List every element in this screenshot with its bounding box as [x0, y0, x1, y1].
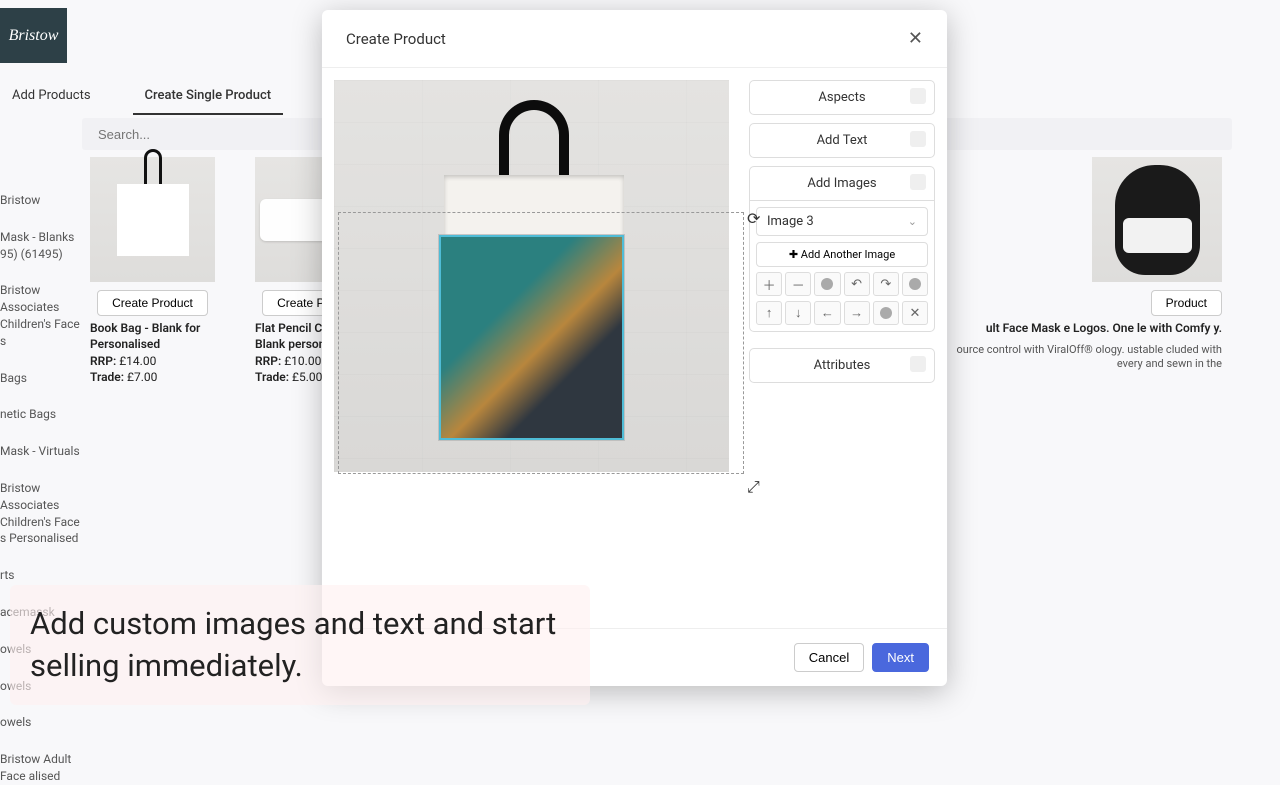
brand-text: Bristow: [9, 27, 59, 45]
zoom-out-icon[interactable]: －: [785, 272, 811, 296]
create-product-button[interactable]: Create Product: [97, 290, 208, 316]
cancel-button[interactable]: Cancel: [794, 643, 864, 672]
chevron-down-icon: ⌄: [908, 215, 917, 228]
sidebar-item[interactable]: Mask - Blanks 95) (61495): [0, 229, 82, 263]
sidebar-item[interactable]: owels: [0, 714, 82, 731]
design-canvas[interactable]: ⟳ ⤢: [334, 80, 729, 472]
create-product-button[interactable]: Product: [1151, 290, 1222, 316]
add-text-button[interactable]: Add Text: [749, 123, 935, 158]
sidebar-item[interactable]: netic Bags: [0, 406, 82, 423]
rotate-icon[interactable]: ⟳: [747, 209, 761, 223]
sidebar-item[interactable]: Bags: [0, 370, 82, 387]
preset-icon[interactable]: [902, 272, 928, 296]
aspects-button[interactable]: Aspects: [749, 80, 935, 115]
product-title: Book Bag - Blank for Personalised: [90, 321, 215, 352]
move-right-icon[interactable]: →: [844, 301, 870, 325]
rotate-left-icon[interactable]: ↶: [844, 272, 870, 296]
sidebar-item[interactable]: Bristow Adult Face alised: [0, 751, 82, 785]
product-description: ource control with ViralOff® ology. usta…: [932, 343, 1222, 373]
sidebar-item[interactable]: Bristow: [0, 192, 82, 209]
plus-icon: ✚: [789, 248, 798, 261]
camera-icon: [910, 174, 926, 190]
camera-icon: [910, 88, 926, 104]
rotate-right-icon[interactable]: ↷: [873, 272, 899, 296]
zoom-in-icon[interactable]: ＋: [756, 272, 782, 296]
product-rrp: RRP: £14.00: [90, 354, 215, 368]
move-left-icon[interactable]: ←: [814, 301, 840, 325]
move-down-icon[interactable]: ↓: [785, 301, 811, 325]
resize-icon[interactable]: ⤢: [747, 477, 761, 491]
add-images-header[interactable]: Add Images: [749, 166, 935, 201]
product-thumb[interactable]: [1092, 157, 1222, 282]
sidebar-item[interactable]: Bristow Associates Children's Face s Per…: [0, 480, 82, 547]
product-card: Product ult Face Mask e Logos. One le wi…: [932, 157, 1222, 372]
tab-create-single[interactable]: Create Single Product: [133, 78, 284, 115]
tab-add-products[interactable]: Add Products: [0, 78, 103, 115]
camera-icon: [910, 131, 926, 147]
editor-side-panel: Aspects Add Text Add Images Image 3 ⌄ ✚ …: [749, 80, 935, 616]
product-title: ult Face Mask e Logos. One le with Comfy…: [932, 321, 1222, 337]
attributes-button[interactable]: Attributes: [749, 348, 935, 383]
move-up-icon[interactable]: ↑: [756, 301, 782, 325]
modal-header: Create Product ✕: [322, 10, 947, 68]
next-button[interactable]: Next: [872, 643, 929, 672]
product-card: Create Product Book Bag - Blank for Pers…: [90, 157, 215, 384]
brand-logo: Bristow: [0, 8, 67, 63]
sidebar-item[interactable]: Bristow Associates Children's Face s: [0, 282, 82, 349]
add-another-image-button[interactable]: ✚ Add Another Image: [756, 242, 928, 267]
preset-icon[interactable]: [873, 301, 899, 325]
product-trade: Trade: £7.00: [90, 370, 215, 384]
product-thumb[interactable]: [90, 157, 215, 282]
promo-caption: Add custom images and text and start sel…: [10, 585, 590, 705]
sidebar-item[interactable]: Mask - Virtuals: [0, 443, 82, 460]
image-select[interactable]: Image 3 ⌄: [756, 207, 928, 236]
delete-icon[interactable]: ✕: [902, 301, 928, 325]
modal-title: Create Product: [346, 30, 446, 48]
overlay-image[interactable]: [439, 235, 624, 440]
preset-icon[interactable]: [814, 272, 840, 296]
sidebar-item[interactable]: rts: [0, 567, 82, 584]
camera-icon: [910, 356, 926, 372]
close-icon[interactable]: ✕: [908, 28, 923, 49]
